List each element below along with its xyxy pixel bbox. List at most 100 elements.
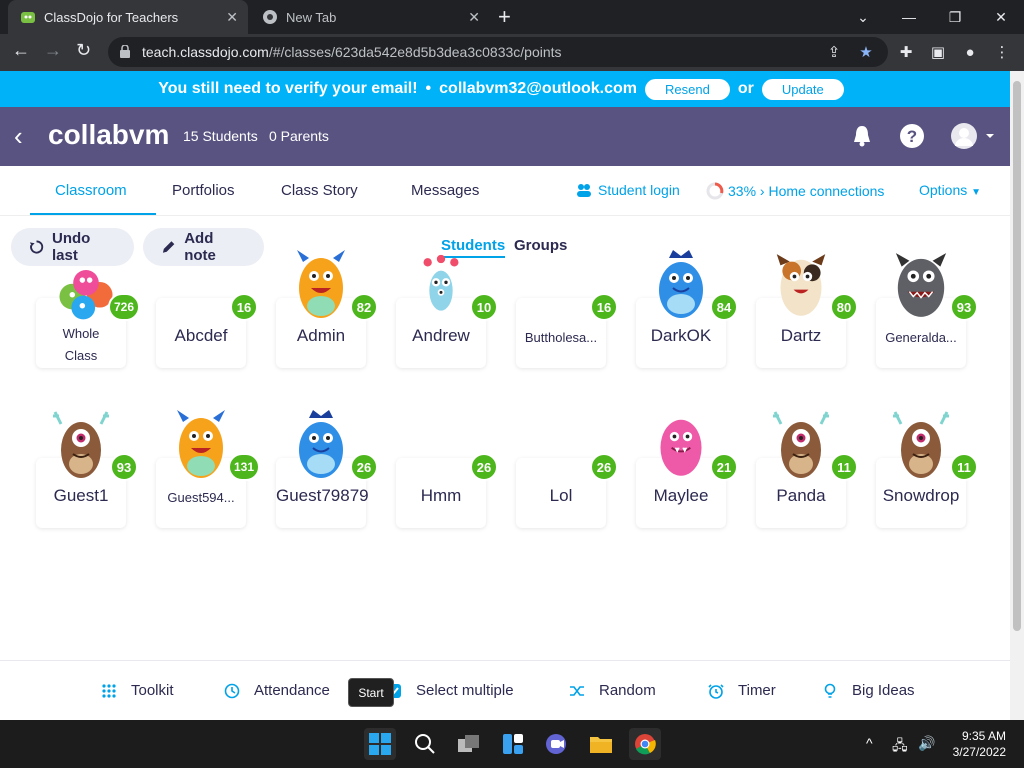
student-card[interactable]: Snowdrop 11 xyxy=(876,411,978,528)
chrome-taskbar-icon[interactable] xyxy=(629,728,661,760)
tab-classdojo[interactable]: ClassDojo for Teachers ✕ xyxy=(8,0,248,34)
points-badge: 93 xyxy=(950,293,978,321)
timer-icon xyxy=(708,683,724,699)
widgets-icon[interactable] xyxy=(497,728,529,760)
student-card[interactable]: Maylee 21 xyxy=(636,419,738,528)
classdojo-favicon-icon xyxy=(21,12,35,23)
tab-messages[interactable]: Messages xyxy=(411,182,479,199)
lock-icon xyxy=(120,45,130,58)
students-count[interactable]: 15 Students xyxy=(183,128,258,144)
bookmark-star-icon[interactable]: ★ xyxy=(856,42,876,62)
student-name: Generalda... xyxy=(885,330,957,345)
student-name: Maylee xyxy=(653,486,709,505)
extensions-puzzle-icon[interactable]: ✚ xyxy=(896,42,916,62)
active-tab-underline xyxy=(30,213,156,215)
student-card[interactable]: Guest79879 26 xyxy=(276,410,378,528)
points-badge: 80 xyxy=(830,293,858,321)
student-card[interactable]: Lol 26 xyxy=(516,450,618,528)
tab-title: ClassDojo for Teachers xyxy=(44,9,179,25)
student-name: Abcdef xyxy=(174,326,228,345)
clock-time: 9:35 AM xyxy=(961,729,1006,743)
profile-icon[interactable]: ● xyxy=(960,42,980,62)
new-tab-plus-icon[interactable]: + xyxy=(498,4,511,30)
timer-button[interactable]: Timer xyxy=(708,682,776,699)
student-card[interactable]: Panda 11 xyxy=(756,411,858,528)
student-login-link[interactable]: Student login xyxy=(576,182,680,198)
big-ideas-button[interactable]: Big Ideas xyxy=(822,682,915,699)
banner-or: or xyxy=(737,80,754,97)
student-card[interactable]: Whole Class 726 xyxy=(36,270,140,368)
search-icon[interactable] xyxy=(409,728,441,760)
student-card[interactable]: Andrew 10 xyxy=(396,254,498,368)
help-icon[interactable]: ? xyxy=(898,122,926,150)
home-connections-link[interactable]: 33% › Home connections xyxy=(706,182,884,200)
tab-classroom[interactable]: Classroom xyxy=(55,182,127,199)
page-scrollbar[interactable] xyxy=(1010,71,1024,720)
widgets-glyph xyxy=(503,734,523,754)
svg-text:?: ? xyxy=(907,127,917,146)
close-window-icon[interactable]: ✕ xyxy=(978,0,1024,34)
student-card[interactable]: Guest594... 131 xyxy=(156,410,260,528)
teams-chat-icon[interactable] xyxy=(541,728,573,760)
reload-icon[interactable]: ↻ xyxy=(76,40,91,61)
tab-search-chevron-icon[interactable]: ⌄ xyxy=(840,0,886,34)
toolkit-button[interactable]: Toolkit xyxy=(101,682,174,699)
student-card[interactable]: DarkOK 84 xyxy=(636,250,738,368)
options-dropdown[interactable]: Options ▼ xyxy=(919,182,981,198)
bell-icon[interactable] xyxy=(848,122,876,150)
undo-icon xyxy=(29,240,44,254)
resend-button[interactable]: Resend xyxy=(645,78,730,100)
tab-new-tab[interactable]: New Tab ✕ xyxy=(250,0,490,34)
students-icon xyxy=(577,184,591,197)
attendance-button[interactable]: Attendance xyxy=(224,682,330,699)
restore-icon[interactable]: ❐ xyxy=(932,0,978,34)
class-name: collabvm xyxy=(48,119,170,150)
groups-toggle[interactable]: Groups xyxy=(514,237,567,254)
progress-ring-icon xyxy=(706,182,724,200)
attendance-label: Attendance xyxy=(254,682,330,699)
select-multiple-button[interactable]: Select multiple xyxy=(386,682,514,699)
task-view-icon[interactable] xyxy=(453,728,485,760)
minimize-icon[interactable]: — xyxy=(886,0,932,34)
tab-class-story[interactable]: Class Story xyxy=(281,182,358,199)
windows-logo-icon xyxy=(369,733,391,755)
tray-chevron-icon[interactable]: ^ xyxy=(866,735,873,751)
back-arrow-icon[interactable]: ← xyxy=(12,40,30,61)
forward-arrow-icon[interactable]: → xyxy=(44,40,62,61)
magnifier-glyph xyxy=(415,734,435,754)
brown-cyclops-avatar-icon xyxy=(51,408,111,480)
add-note-button[interactable]: Add note xyxy=(143,228,264,266)
brown-cyclops-avatar-icon xyxy=(771,408,831,480)
random-button[interactable]: Random xyxy=(569,682,656,699)
network-icon[interactable]: 🖧 xyxy=(892,735,908,759)
parents-count[interactable]: 0 Parents xyxy=(269,128,329,144)
student-card[interactable]: Buttholesa... 16 xyxy=(516,290,618,368)
calico-monster-avatar-icon xyxy=(771,248,831,320)
volume-icon[interactable]: 🔊 xyxy=(918,735,935,752)
tab-portfolios[interactable]: Portfolios xyxy=(172,182,235,199)
student-card[interactable]: Admin 82 xyxy=(276,250,378,368)
scrollbar-thumb[interactable] xyxy=(1013,81,1021,631)
system-clock[interactable]: 9:35 AM 3/27/2022 xyxy=(953,728,1006,760)
kebab-menu-icon[interactable]: ⋮ xyxy=(992,42,1012,62)
close-tab-icon[interactable]: ✕ xyxy=(226,9,238,26)
account-avatar-icon[interactable] xyxy=(950,122,996,150)
update-button[interactable]: Update xyxy=(761,78,844,100)
points-badge: 82 xyxy=(350,293,378,321)
side-panel-icon[interactable]: ▣ xyxy=(928,42,948,62)
points-badge: 131 xyxy=(228,453,260,481)
start-button[interactable] xyxy=(364,728,396,760)
file-explorer-icon[interactable] xyxy=(585,728,617,760)
address-bar[interactable]: teach.classdojo.com/#/classes/623da542e8… xyxy=(108,37,888,67)
student-card[interactable]: Abcdef 16 xyxy=(156,290,258,368)
student-card[interactable]: Guest1 93 xyxy=(36,411,138,528)
close-tab-icon[interactable]: ✕ xyxy=(468,9,480,26)
share-icon[interactable]: ⇪ xyxy=(824,42,844,62)
student-card[interactable]: Dartz 80 xyxy=(756,254,858,368)
points-badge: 10 xyxy=(470,293,498,321)
student-card[interactable]: Hmm 26 xyxy=(396,450,498,528)
student-card[interactable]: Generalda... 93 xyxy=(876,253,978,368)
url-path: /#/classes/623da542e8d5b3dea3c0833c/poin… xyxy=(268,44,562,60)
points-badge: 93 xyxy=(110,453,138,481)
back-chevron-icon[interactable]: ‹ xyxy=(14,121,23,152)
